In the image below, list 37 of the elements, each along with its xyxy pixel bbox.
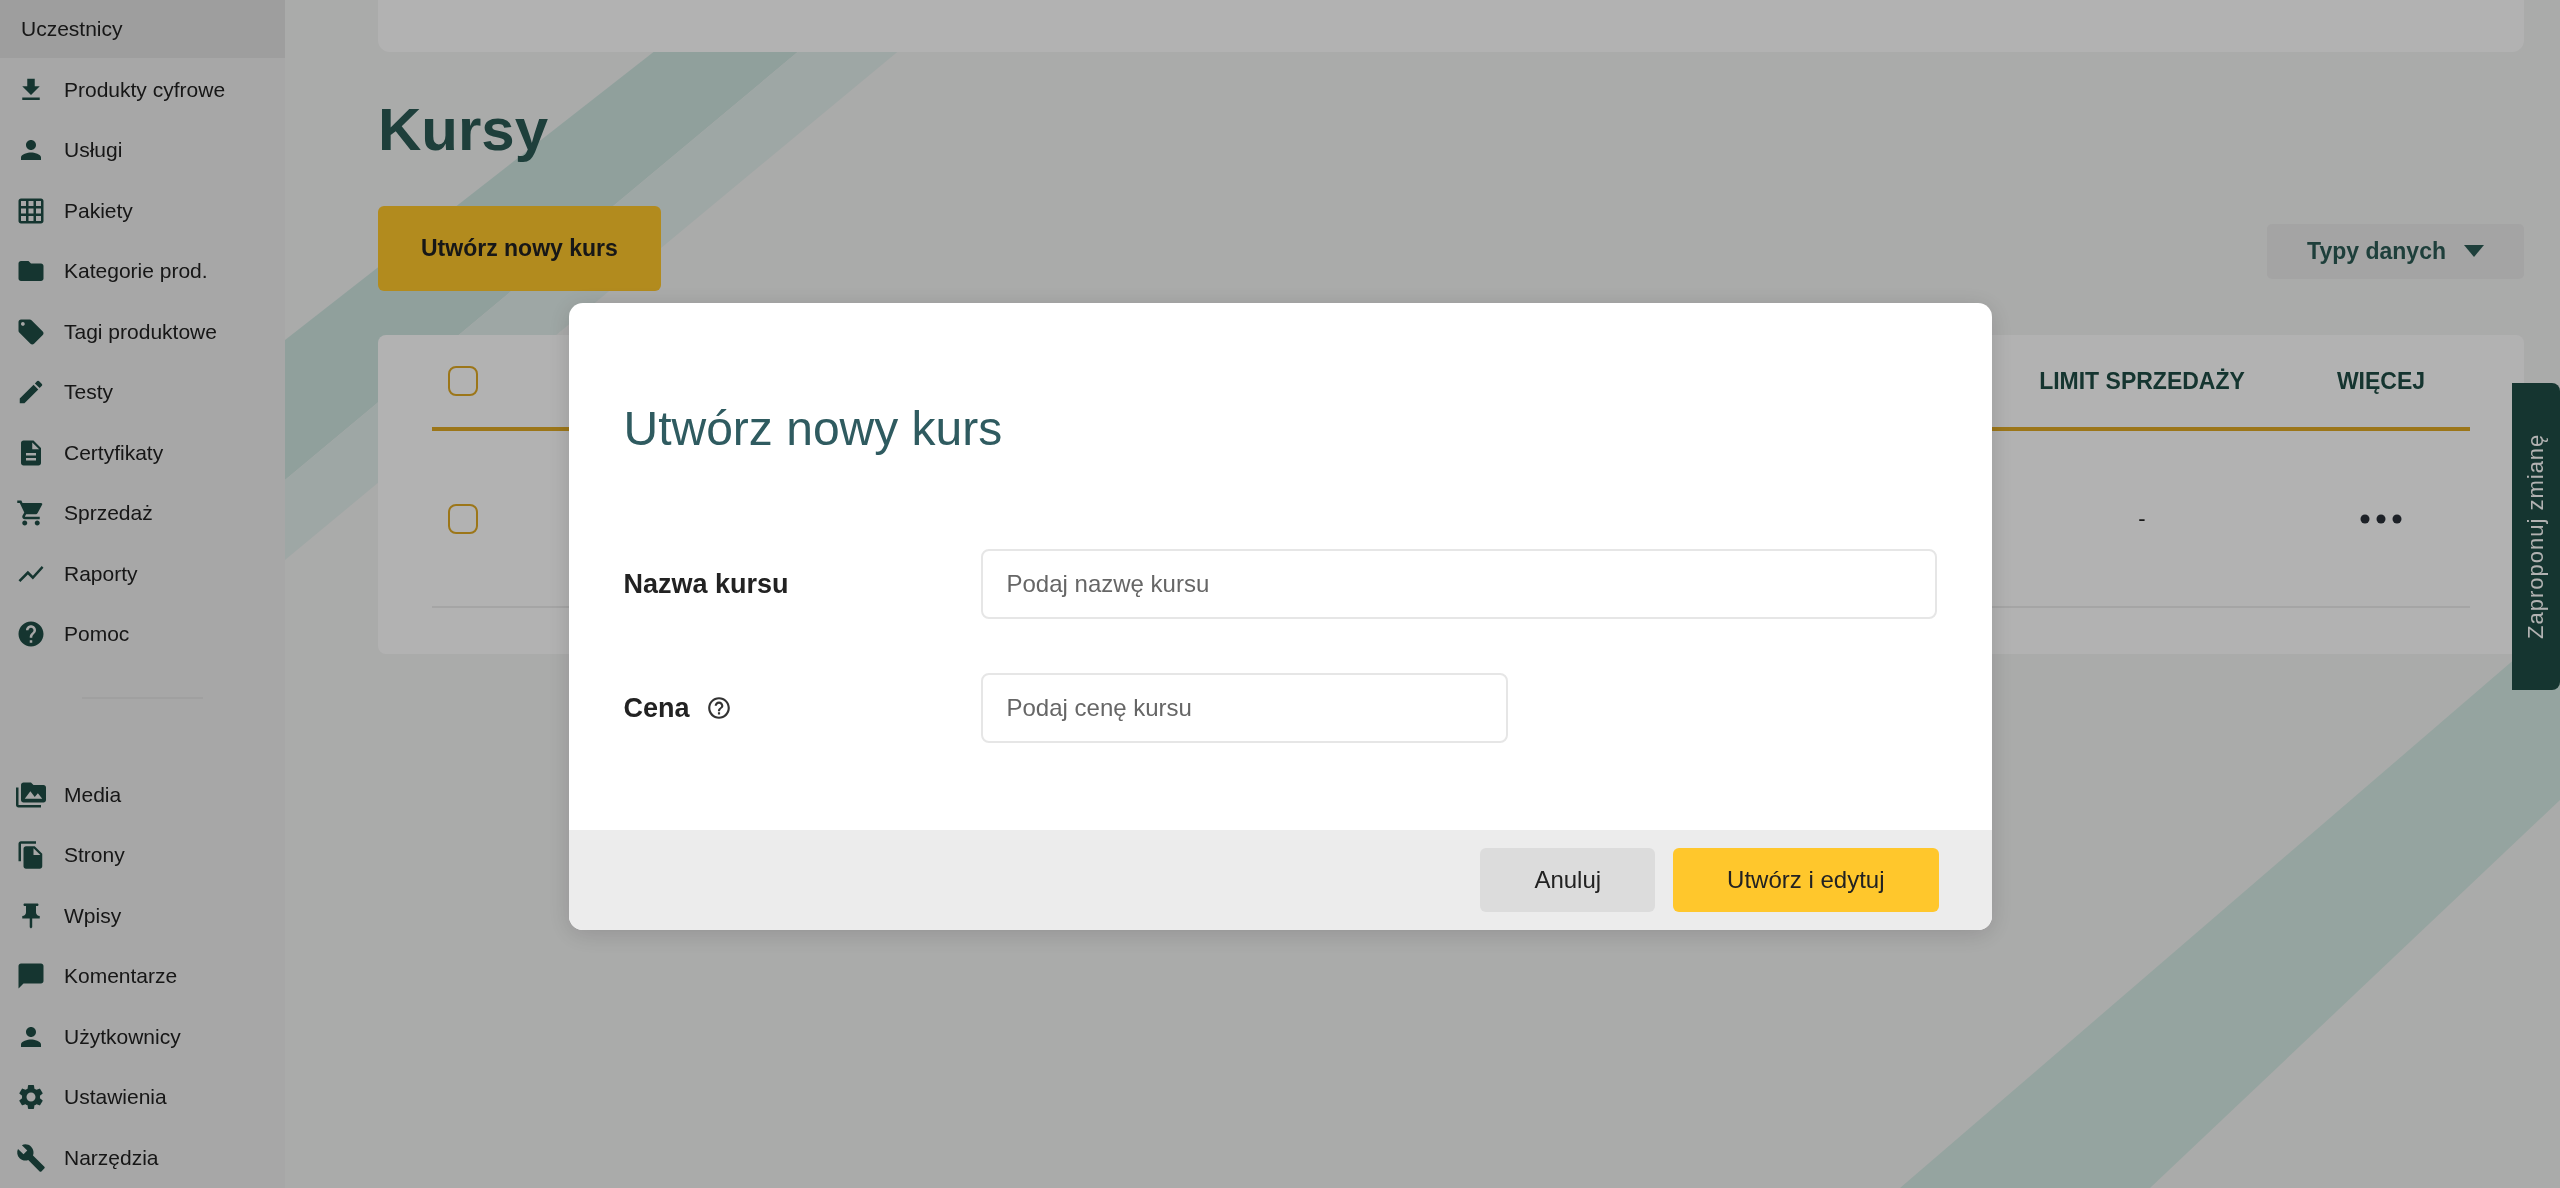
page-title: Kursy <box>378 95 550 165</box>
cancel-button[interactable]: Anuluj <box>1480 848 1656 912</box>
checkbox[interactable] <box>448 503 478 534</box>
sidebar-item[interactable]: Tagi produktowe <box>0 301 285 363</box>
create-and-edit-button[interactable]: Utwórz i edytuj <box>1673 848 1939 912</box>
sidebar-item[interactable]: Sprzedaż <box>0 483 285 544</box>
sidebar-item[interactable]: Wpisy <box>0 885 285 946</box>
more-icon[interactable] <box>2359 512 2403 525</box>
field-label: Cena <box>623 692 690 724</box>
sidebar-item[interactable]: Pomoc <box>0 604 285 665</box>
sidebar-item[interactable]: Testy <box>0 362 285 423</box>
sidebar-item[interactable]: Komentarze <box>0 946 285 1007</box>
sidebar-item[interactable]: Strony <box>0 825 285 886</box>
column-header: LIMIT SPRZEDAŻY <box>2038 367 2246 395</box>
sidebar-item[interactable]: Certyfikaty <box>0 422 285 484</box>
help-icon[interactable] <box>705 695 732 721</box>
sidebar-item[interactable]: Raporty <box>0 543 285 605</box>
sidebar-item[interactable]: Kategorie prod. <box>0 241 285 302</box>
sidebar-item[interactable]: Produkty cyfrowe <box>0 59 285 121</box>
field-label: Nazwa kursu <box>623 568 789 600</box>
data-types-dropdown[interactable]: Typy danych <box>2267 223 2524 279</box>
checkbox[interactable] <box>448 366 478 396</box>
sidebar-item[interactable]: Użytkownicy <box>0 1006 285 1067</box>
sidebar-item[interactable]: Media <box>0 764 285 825</box>
modal-title: Utwórz nowy kurs <box>623 401 1004 457</box>
sidebar-item[interactable]: Usługi <box>0 120 285 181</box>
column-header: WIĘCEJ <box>2335 367 2427 395</box>
sidebar-item[interactable]: Narzędzia <box>0 1127 285 1188</box>
sidebar-item[interactable]: Pakiety <box>0 180 285 242</box>
input-field[interactable]: Podaj nazwę kursu <box>980 549 1937 619</box>
caret-icon <box>2464 245 2484 257</box>
input-field[interactable]: Podaj cenę kursu <box>980 673 1508 743</box>
create-course-button[interactable]: Utwórz nowy kurs <box>378 206 661 291</box>
feedback-tab[interactable]: Zaproponuj zmianę <box>2512 383 2560 690</box>
wrench-icon <box>16 1142 46 1173</box>
table-cell-text: - <box>2137 505 2147 532</box>
sidebar-item[interactable]: Ustawienia <box>0 1067 285 1128</box>
